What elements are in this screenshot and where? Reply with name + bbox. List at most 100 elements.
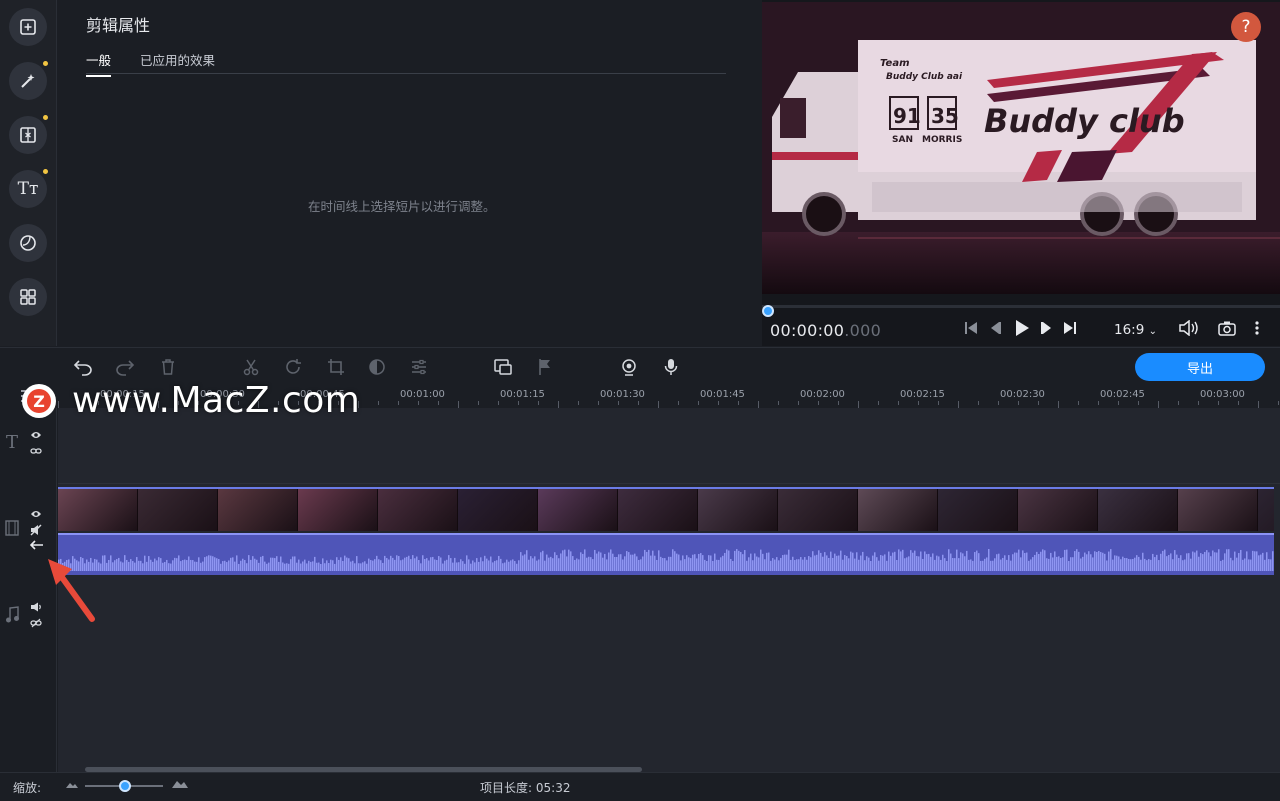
waveform-bar <box>816 554 818 571</box>
help-button[interactable]: ? <box>1231 12 1261 42</box>
waveform-bar <box>110 555 112 571</box>
tab-applied-effects[interactable]: 已应用的效果 <box>140 50 215 75</box>
delete-trash-icon[interactable] <box>157 356 179 378</box>
titles-button[interactable]: Tт <box>9 170 47 208</box>
waveform-bar <box>978 553 980 571</box>
video-thumbnail <box>778 489 858 531</box>
waveform-bar <box>450 558 452 571</box>
eye-visibility-icon[interactable] <box>30 509 42 519</box>
skip-end-icon[interactable] <box>1063 320 1077 336</box>
unlink-icon[interactable] <box>30 618 42 628</box>
eye-visibility-icon[interactable] <box>30 430 42 440</box>
next-frame-icon[interactable] <box>1040 320 1054 336</box>
waveform-bar <box>136 557 138 571</box>
tab-general[interactable]: 一般 <box>86 50 112 77</box>
waveform-bar <box>1214 552 1216 571</box>
audio-waveform-clip[interactable] <box>58 533 1274 575</box>
export-button[interactable]: 导出 <box>1135 353 1265 381</box>
waveform-bar <box>1084 552 1086 571</box>
waveform-bar <box>232 557 234 571</box>
waveform-bar <box>384 555 386 571</box>
waveform-bar <box>880 555 882 571</box>
waveform-bar <box>892 552 894 571</box>
waveform-bar <box>408 555 410 571</box>
ruler-tick <box>458 401 459 408</box>
waveform-bar <box>860 555 862 571</box>
crop-icon[interactable] <box>325 356 347 378</box>
waveform-bar <box>692 554 694 571</box>
video-preview[interactable]: Team Buddy Club aai 91 35 SAN MORRIS Bud… <box>762 2 1280 294</box>
microphone-icon[interactable] <box>660 356 682 378</box>
waveform-bar <box>566 556 568 571</box>
waveform-bar <box>1132 558 1134 571</box>
waveform-bar <box>148 556 150 571</box>
stickers-button[interactable] <box>9 224 47 262</box>
pip-overlay-icon[interactable] <box>492 356 514 378</box>
ruler-tick <box>1238 401 1239 405</box>
filters-button[interactable] <box>9 62 47 100</box>
waveform-bar <box>1030 559 1032 571</box>
color-adjust-icon[interactable] <box>366 356 388 378</box>
preview-playhead[interactable] <box>762 305 774 317</box>
clip-settings-sliders-icon[interactable] <box>408 356 430 378</box>
music-track[interactable] <box>58 580 1280 772</box>
stickers-icon <box>18 233 38 253</box>
zoom-out-icon[interactable] <box>66 782 78 788</box>
import-button[interactable] <box>9 8 47 46</box>
aspect-ratio-select[interactable]: 16:9 ⌄ <box>1114 322 1157 338</box>
waveform-bar <box>572 556 574 571</box>
more-tools-button[interactable] <box>9 278 47 316</box>
waveform-bar <box>1048 558 1050 571</box>
transitions-button[interactable] <box>9 116 47 154</box>
play-icon[interactable] <box>1014 319 1030 337</box>
waveform-bar <box>330 559 332 571</box>
ruler-tick <box>758 401 759 408</box>
cut-scissors-icon[interactable] <box>240 356 262 378</box>
horizontal-scrollbar[interactable] <box>85 767 642 772</box>
speaker-icon[interactable] <box>30 602 42 612</box>
waveform-bar <box>142 563 144 571</box>
zoom-in-icon[interactable] <box>172 780 188 788</box>
waveform-bar <box>934 559 936 571</box>
marker-flag-icon[interactable] <box>534 356 556 378</box>
prev-frame-icon[interactable] <box>988 320 1002 336</box>
ruler-tick <box>1098 401 1099 405</box>
waveform-bar <box>632 554 634 571</box>
ruler-tick <box>658 401 659 408</box>
rotate-icon[interactable] <box>282 356 304 378</box>
waveform-bar <box>574 559 576 571</box>
waveform-bar <box>230 557 232 571</box>
waveform-bar <box>1234 551 1236 571</box>
ruler-tick <box>1058 401 1059 408</box>
mute-audio-icon[interactable] <box>30 524 42 536</box>
waveform-bar <box>644 549 646 571</box>
undo-icon[interactable] <box>72 356 94 378</box>
help-icon: ? <box>1241 17 1251 37</box>
waveform-bar <box>812 551 814 571</box>
video-thumbnail <box>1098 489 1178 531</box>
waveform-bar <box>908 556 910 571</box>
left-toolbar: Tт <box>0 0 57 346</box>
video-clip[interactable] <box>58 487 1274 531</box>
volume-icon[interactable] <box>1178 320 1200 336</box>
waveform-bar <box>698 553 700 571</box>
zoom-slider-knob[interactable] <box>119 780 131 792</box>
waveform-bar <box>1142 552 1144 571</box>
waveform-bar <box>374 559 376 571</box>
waveform-bar <box>416 556 418 571</box>
link-icon[interactable] <box>30 446 42 456</box>
redo-icon[interactable] <box>114 356 136 378</box>
waveform-bar <box>618 554 620 571</box>
waveform-bar <box>554 552 556 571</box>
waveform-bar <box>1134 557 1136 571</box>
detach-audio-arrow-icon[interactable] <box>30 540 44 550</box>
preview-scrubber-track[interactable] <box>762 305 1280 308</box>
waveform-bar <box>638 559 640 571</box>
more-options-icon[interactable] <box>1254 320 1260 336</box>
skip-start-icon[interactable] <box>964 320 978 336</box>
waveform-bar <box>726 549 728 571</box>
webcam-record-icon[interactable] <box>618 356 640 378</box>
waveform-bar <box>1110 549 1112 571</box>
waveform-bar <box>896 559 898 571</box>
snapshot-camera-icon[interactable] <box>1218 320 1236 336</box>
